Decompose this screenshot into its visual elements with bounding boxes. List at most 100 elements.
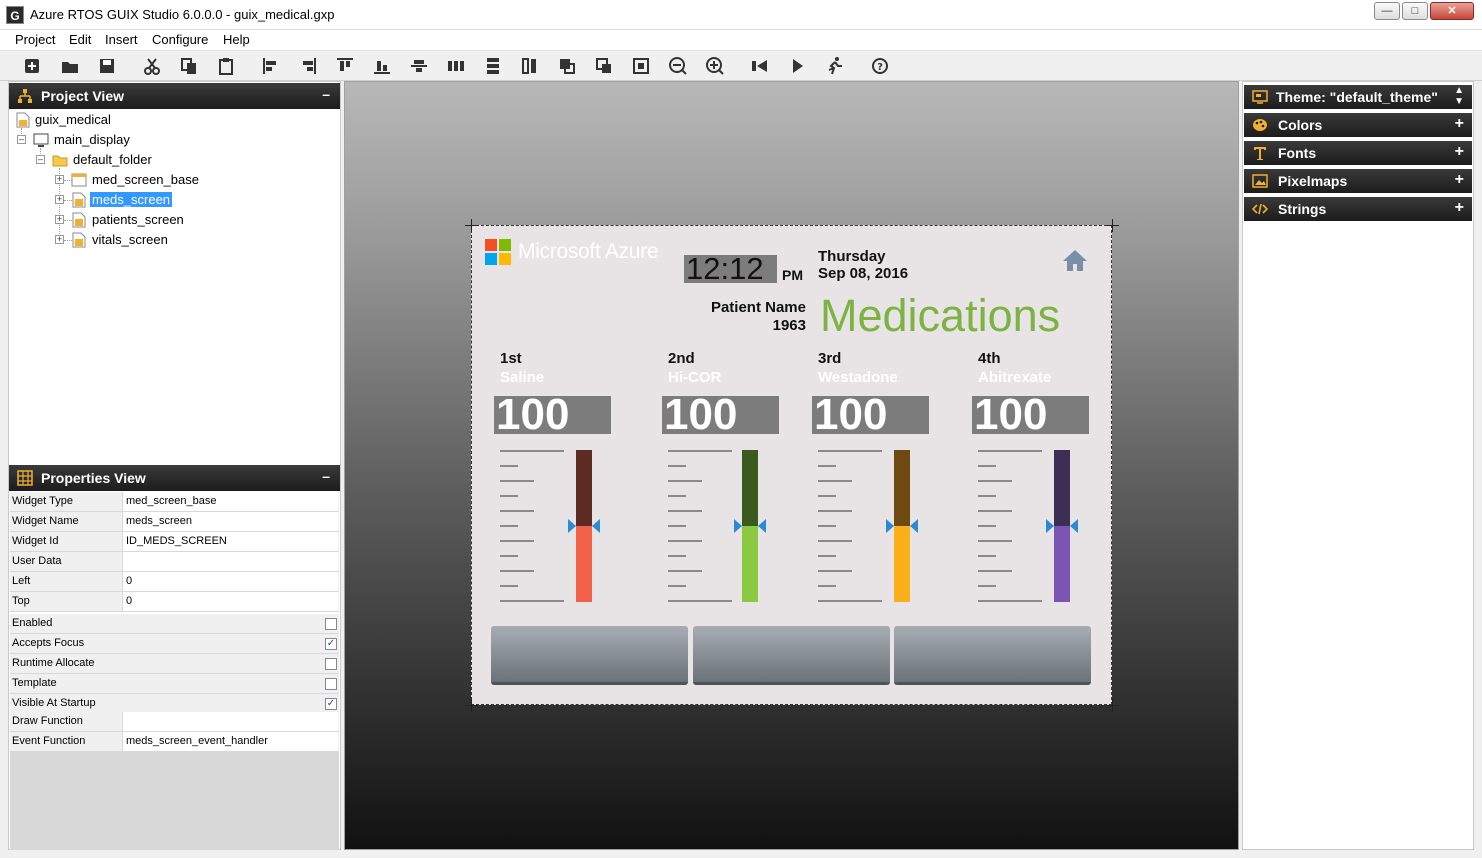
zoom-in-icon[interactable] [704,55,726,77]
prop-checkbox[interactable]: ✓ [325,638,337,650]
slider-marker-right-icon[interactable] [592,519,600,533]
med-dose-value[interactable]: 100 [494,393,611,437]
slider-marker-left-icon[interactable] [1046,519,1054,533]
slider-marker-right-icon[interactable] [910,519,918,533]
equal-width-icon[interactable] [519,55,541,77]
fonts-section[interactable]: Fonts + [1244,141,1472,165]
align-right-icon[interactable] [297,55,319,77]
record-icon[interactable] [749,55,771,77]
image-icon [1252,174,1268,188]
menu-configure[interactable]: Configure [152,32,208,47]
help-icon[interactable]: ? [869,55,891,77]
resize-handle[interactable] [465,699,478,712]
bottom-nav-button[interactable] [693,626,890,685]
run-icon[interactable] [786,55,808,77]
vcenter-icon[interactable] [408,55,430,77]
prop-checkbox[interactable]: ✓ [325,698,337,710]
scale-tick [978,570,1012,572]
dose-slider[interactable] [1046,450,1078,602]
tree-collapse-toggle[interactable]: – [17,135,26,144]
resize-handle[interactable] [1106,219,1119,232]
theme-selector[interactable]: Theme: "default_theme" ▲ ▼ [1244,85,1472,109]
tree-expand-toggle[interactable]: + [55,215,64,224]
design-canvas[interactable]: Microsoft Azure 12:12 PM Thursday Sep 08… [344,81,1239,850]
scale-tick [668,465,686,467]
home-icon[interactable] [1062,248,1088,272]
prop-value[interactable]: 0 [122,572,338,591]
vspace-icon[interactable] [482,55,504,77]
prop-value[interactable]: ID_MEDS_SCREEN [122,532,338,551]
slider-marker-right-icon[interactable] [758,519,766,533]
dose-slider[interactable] [568,450,600,602]
new-icon[interactable] [21,55,43,77]
open-icon[interactable] [59,55,81,77]
align-top-icon[interactable] [334,55,356,77]
align-left-icon[interactable] [260,55,282,77]
menu-help[interactable]: Help [223,32,250,47]
expand-icon[interactable]: + [1455,115,1464,133]
scale-tick [978,585,996,587]
grid-icon [17,470,33,486]
zoom-out-icon[interactable] [667,55,689,77]
folder-icon [52,155,68,167]
project-view-collapse[interactable]: – [322,86,330,102]
copy-icon[interactable] [178,55,200,77]
move-front-icon[interactable] [593,55,615,77]
med-dose-value[interactable]: 100 [662,393,779,437]
menu-edit[interactable]: Edit [69,32,91,47]
prop-value[interactable] [122,712,338,731]
expand-icon[interactable]: + [1455,171,1464,189]
scale-tick [818,510,852,512]
minimize-button[interactable]: — [1374,2,1400,20]
prop-value[interactable]: meds_screen_event_handler [122,732,338,751]
properties-view-collapse[interactable]: – [322,468,330,484]
slider-marker-right-icon[interactable] [1070,519,1078,533]
tree-root-label: guix_medical [35,112,111,127]
prop-value[interactable]: meds_screen [122,512,338,531]
dose-slider[interactable] [886,450,918,602]
save-icon[interactable] [96,55,118,77]
slider-marker-left-icon[interactable] [886,519,894,533]
med-dose-value[interactable]: 100 [812,393,929,437]
pixelmaps-section[interactable]: Pixelmaps + [1244,169,1472,193]
scale-tick [500,450,564,452]
tree-expand-toggle[interactable]: + [55,195,64,204]
slider-marker-left-icon[interactable] [734,519,742,533]
bottom-nav-button[interactable] [491,626,688,685]
close-button[interactable]: ✕ [1430,2,1474,20]
align-bottom-icon[interactable] [371,55,393,77]
prop-value[interactable]: med_screen_base [122,492,338,511]
expand-icon[interactable]: + [1455,143,1464,161]
strings-section[interactable]: Strings + [1244,197,1472,221]
prop-value[interactable] [122,552,338,571]
tree-collapse-toggle[interactable]: – [36,155,45,164]
prop-checkbox[interactable] [325,678,337,690]
prop-checkbox[interactable] [325,658,337,670]
maximize-button[interactable]: □ [1402,2,1428,20]
clock-time[interactable]: 12:12 [684,253,777,284]
slider-marker-left-icon[interactable] [568,519,576,533]
colors-section[interactable]: Colors + [1244,113,1472,137]
cut-icon[interactable] [141,55,163,77]
tree-expand-toggle[interactable]: + [55,235,64,244]
dose-slider[interactable] [734,450,766,602]
window-icon [71,173,87,187]
expand-icon[interactable]: + [1455,199,1464,217]
med-column: 4th Abitrexate 100 [972,350,1118,610]
fit-icon[interactable] [630,55,652,77]
test-icon[interactable] [823,55,845,77]
bottom-nav-button[interactable] [894,626,1091,685]
meds-screen-preview[interactable]: Microsoft Azure 12:12 PM Thursday Sep 08… [471,225,1112,705]
prop-checkbox[interactable] [325,618,337,630]
resize-handle[interactable] [1106,699,1119,712]
theme-dropdown-arrows-icon[interactable]: ▲ ▼ [1454,85,1464,107]
tree-expand-toggle[interactable]: + [55,175,64,184]
move-back-icon[interactable] [556,55,578,77]
menu-insert[interactable]: Insert [105,32,138,47]
hspace-icon[interactable] [445,55,467,77]
paste-icon[interactable] [215,55,237,77]
menu-project[interactable]: Project [15,32,55,47]
med-dose-value[interactable]: 100 [972,393,1089,437]
resize-handle[interactable] [465,219,478,232]
prop-value[interactable]: 0 [122,592,338,611]
